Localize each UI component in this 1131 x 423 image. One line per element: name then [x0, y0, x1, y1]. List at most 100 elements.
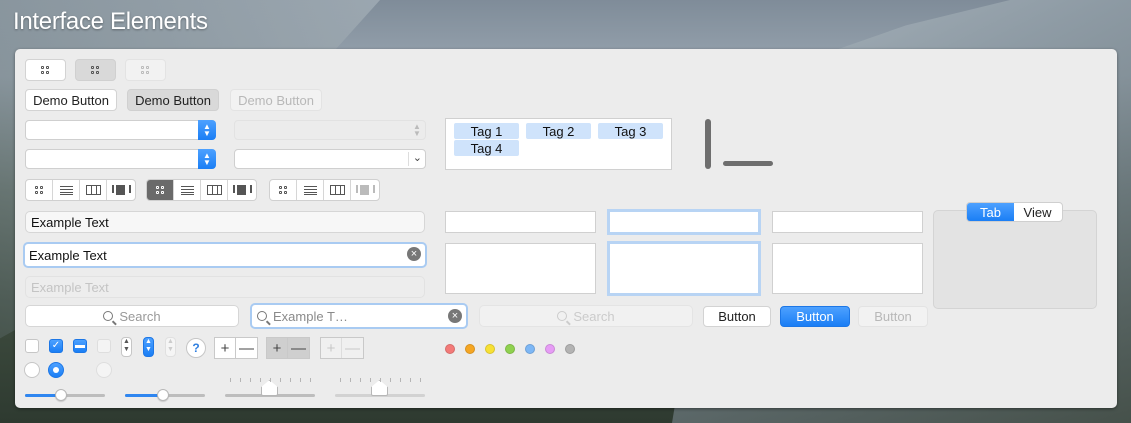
minus-icon[interactable]: — [288, 338, 309, 358]
slider-tick [310, 378, 311, 382]
slider-tick [410, 378, 411, 382]
text-area-1[interactable] [445, 243, 596, 294]
label-color-dot[interactable] [565, 344, 575, 354]
search-field-focused[interactable]: Example T… × [250, 303, 468, 329]
magnifier-icon [103, 311, 114, 321]
radio-selected[interactable] [48, 362, 64, 378]
add-remove-pressed[interactable]: + — [266, 337, 310, 359]
coverflow-view-segment[interactable] [351, 180, 378, 200]
demo-button-pressed[interactable]: Demo Button [127, 89, 219, 111]
elements-panel: Demo Button Demo Button Demo Button ▲ ▼ ▲… [15, 49, 1117, 408]
minus-icon[interactable]: — [342, 338, 363, 358]
add-remove-normal[interactable]: + — [214, 337, 258, 359]
slider-tick [250, 378, 251, 382]
tab-view-tabs[interactable]: Tab View [966, 202, 1063, 222]
tag-token[interactable]: Tag 3 [598, 123, 663, 139]
search-field[interactable]: Search [25, 305, 239, 327]
updown-arrows-icon: ▲ ▼ [198, 120, 216, 140]
checkbox-unchecked[interactable] [25, 339, 39, 353]
stepper-normal[interactable]: ▲ ▼ [121, 337, 132, 357]
clear-icon[interactable]: × [448, 309, 462, 323]
popup-select-disabled[interactable]: ▲ ▼ [234, 120, 426, 140]
cover-flow-icon [356, 185, 375, 195]
list-view-segment[interactable] [297, 180, 324, 200]
label-color-dot[interactable] [505, 344, 515, 354]
label-color-dot[interactable] [485, 344, 495, 354]
slider-ticked[interactable] [225, 380, 315, 397]
add-remove-disabled[interactable]: + — [320, 337, 364, 359]
slider-pointer-knob[interactable] [371, 380, 388, 396]
tag-token[interactable]: Tag 2 [526, 123, 591, 139]
label-color-dot[interactable] [465, 344, 475, 354]
demo-button-disabled[interactable]: Demo Button [230, 89, 322, 111]
slider-1[interactable] [25, 389, 105, 401]
text-field-focused[interactable]: Example Text × [23, 242, 427, 268]
plain-field-1[interactable] [445, 211, 596, 233]
plain-field-3[interactable] [772, 211, 923, 233]
checkbox-checked[interactable]: ✓ [49, 339, 63, 353]
icon-button-disabled[interactable] [125, 59, 166, 81]
plain-field-focused[interactable] [607, 209, 761, 235]
text-area-3[interactable] [772, 243, 923, 294]
plus-icon[interactable]: + [321, 338, 342, 358]
radio-unselected[interactable] [24, 362, 40, 378]
column-view-segment[interactable] [201, 180, 228, 200]
label-color-dot[interactable] [525, 344, 535, 354]
icon-button-pressed[interactable] [75, 59, 116, 81]
help-button[interactable]: ? [186, 338, 206, 358]
text-field-disabled[interactable]: Example Text [25, 276, 425, 298]
label-color-dot[interactable] [545, 344, 555, 354]
slider-tick [420, 378, 421, 382]
view-mode-segmented-partial[interactable] [269, 179, 380, 201]
tag-token[interactable]: Tag 1 [454, 123, 519, 139]
icon-view-segment[interactable] [26, 180, 53, 200]
horizontal-split-handle[interactable] [723, 161, 773, 166]
popup-select-2[interactable]: ▲ ▼ [25, 149, 216, 169]
label-color-dot[interactable] [445, 344, 455, 354]
checkbox-disabled[interactable] [97, 339, 111, 353]
stepper-disabled[interactable]: ▲ ▼ [165, 337, 176, 357]
tab-tab[interactable]: Tab [967, 203, 1014, 221]
demo-button-normal[interactable]: Demo Button [25, 89, 117, 111]
stepper-pressed[interactable]: ▲ ▼ [143, 337, 154, 357]
combo-box[interactable]: ⌄ [234, 149, 426, 169]
view-mode-segmented-selected[interactable] [146, 179, 257, 201]
popup-select-1[interactable]: ▲ ▼ [25, 120, 216, 140]
push-button-disabled[interactable]: Button [858, 306, 928, 327]
icon-view-segment[interactable] [270, 180, 297, 200]
coverflow-view-segment[interactable] [107, 180, 134, 200]
text-field-normal[interactable]: Example Text [25, 211, 425, 233]
clear-icon[interactable]: × [407, 247, 421, 261]
plus-icon[interactable]: + [215, 338, 236, 358]
tab-view[interactable]: View [1014, 203, 1061, 221]
view-mode-segmented-normal[interactable] [25, 179, 136, 201]
slider-ticked-disabled[interactable] [335, 380, 425, 397]
slider-2[interactable] [125, 389, 205, 401]
push-button-normal[interactable]: Button [703, 306, 771, 327]
text-area-focused[interactable] [607, 241, 761, 296]
vertical-split-handle[interactable] [705, 119, 711, 169]
icon-button-normal[interactable] [25, 59, 66, 81]
search-field-disabled[interactable]: Search [479, 305, 693, 327]
coverflow-view-segment[interactable] [228, 180, 255, 200]
updown-arrows-icon: ▲ ▼ [198, 149, 216, 169]
radio-disabled[interactable] [96, 362, 112, 378]
tab-view [933, 210, 1097, 309]
slider-knob[interactable] [55, 389, 67, 401]
push-button-default[interactable]: Button [780, 306, 850, 327]
minus-icon[interactable]: — [236, 338, 257, 358]
slider-tick [260, 378, 261, 382]
slider-tick [300, 378, 301, 382]
slider-pointer-knob[interactable] [261, 380, 278, 396]
checkbox-mixed[interactable]: ▬ [73, 339, 87, 353]
column-view-segment[interactable] [80, 180, 107, 200]
plus-icon[interactable]: + [267, 338, 288, 358]
slider-tick [370, 378, 371, 382]
list-view-segment[interactable] [53, 180, 80, 200]
slider-knob[interactable] [157, 389, 169, 401]
column-view-segment[interactable] [324, 180, 351, 200]
icon-view-segment[interactable] [147, 180, 174, 200]
list-view-segment[interactable] [174, 180, 201, 200]
token-field[interactable]: Tag 1 Tag 2 Tag 3 Tag 4 [445, 118, 672, 170]
tag-token[interactable]: Tag 4 [454, 140, 519, 156]
